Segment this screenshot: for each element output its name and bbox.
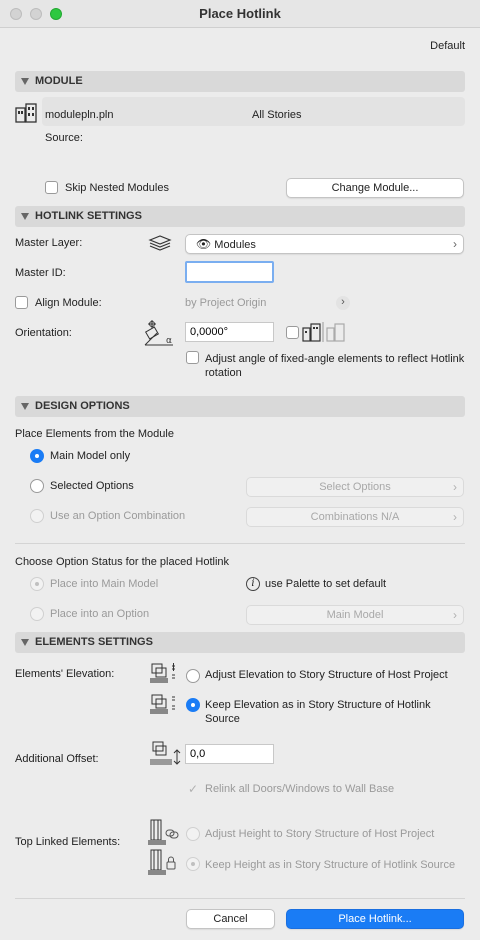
align-module-label: Align Module: (35, 297, 102, 309)
selected-options-label: Selected Options (50, 480, 134, 492)
chevron-right-icon: › (453, 510, 457, 524)
adjust-elevation-radio[interactable] (186, 669, 200, 683)
footer-divider (15, 898, 465, 899)
module-stories: All Stories (252, 109, 302, 121)
default-label: Default (430, 40, 465, 52)
adjust-height-icon (146, 818, 180, 846)
orientation-lock-checkbox[interactable] (286, 326, 299, 339)
option-combination-label: Use an Option Combination (50, 510, 186, 522)
select-options-button[interactable]: Select Options › (246, 477, 464, 497)
skip-nested-label: Skip Nested Modules (65, 182, 169, 194)
align-module-arrow-button[interactable]: › (336, 296, 350, 310)
palette-note: use Palette to set default (265, 578, 387, 590)
combinations-label: Combinations N/A (310, 511, 400, 523)
svg-text:α: α (166, 336, 172, 346)
orientation-angle-icon: α (141, 319, 177, 347)
section-elements-title: ELEMENTS SETTINGS (35, 636, 153, 648)
section-design-title: DESIGN OPTIONS (35, 400, 130, 412)
adjust-height-radio[interactable] (186, 827, 200, 841)
disclosure-triangle-icon (21, 78, 29, 85)
keep-height-label: Keep Height as in Story Structure of Hot… (205, 859, 456, 871)
adjust-angle-label: Adjust angle of fixed-angle elements to … (205, 353, 465, 379)
adjust-elevation-icon (148, 662, 178, 684)
layers-icon (147, 234, 173, 252)
section-module[interactable]: MODULE (15, 71, 465, 92)
keep-height-icon (146, 848, 180, 876)
section-hotlink-title: HOTLINK SETTINGS (35, 210, 142, 222)
orientation-input[interactable] (185, 322, 274, 342)
disclosure-triangle-icon (21, 213, 29, 220)
module-icon (15, 102, 37, 124)
module-source-label: Source: (45, 132, 83, 144)
orientation-label: Orientation: (15, 327, 72, 339)
place-main-model-radio[interactable] (30, 577, 44, 591)
divider (15, 543, 465, 544)
main-model-only-radio[interactable] (30, 449, 44, 463)
chevron-right-icon: › (453, 480, 457, 494)
offset-input[interactable] (185, 744, 274, 764)
master-id-input[interactable] (185, 261, 274, 283)
relink-checkbox[interactable]: ✓ (186, 782, 200, 796)
disclosure-triangle-icon (21, 639, 29, 646)
place-elements-label: Place Elements from the Module (15, 428, 174, 440)
module-file-name: modulepln.pln (45, 109, 114, 121)
section-module-title: MODULE (35, 75, 83, 87)
chevron-right-icon: › (453, 237, 457, 251)
cancel-button[interactable]: Cancel (186, 909, 275, 929)
window-title: Place Hotlink (199, 6, 281, 21)
top-linked-label: Top Linked Elements: (15, 836, 121, 848)
offset-label: Additional Offset: (15, 753, 99, 765)
keep-elevation-radio[interactable] (186, 698, 200, 712)
option-combination-radio[interactable] (30, 509, 44, 523)
adjust-angle-checkbox[interactable] (186, 351, 199, 364)
align-module-checkbox[interactable] (15, 296, 28, 309)
selected-options-radio[interactable] (30, 479, 44, 493)
main-model-dropdown-label: Main Model (326, 609, 384, 621)
master-layer-label: Master Layer: (15, 237, 83, 249)
section-hotlink-settings[interactable]: HOTLINK SETTINGS (15, 206, 465, 227)
align-module-value: by Project Origin (185, 297, 267, 309)
eye-icon: 👁 (196, 237, 212, 251)
elevation-label: Elements' Elevation: (15, 668, 115, 680)
main-model-only-label: Main Model only (50, 450, 131, 462)
place-option-label: Place into an Option (50, 608, 150, 620)
change-module-button[interactable]: Change Module... (286, 178, 464, 198)
chevron-right-icon: › (453, 608, 457, 622)
adjust-height-label: Adjust Height to Story Structure of Host… (205, 828, 435, 840)
offset-icon (148, 741, 182, 767)
choose-status-label: Choose Option Status for the placed Hotl… (15, 556, 230, 568)
adjust-elevation-label: Adjust Elevation to Story Structure of H… (205, 669, 448, 681)
combinations-button[interactable]: Combinations N/A › (246, 507, 464, 527)
keep-elevation-icon (148, 693, 178, 715)
keep-height-radio[interactable] (186, 857, 200, 871)
master-layer-dropdown[interactable]: 👁 Modules › (185, 234, 464, 254)
place-hotlink-button[interactable]: Place Hotlink... (286, 909, 464, 929)
disclosure-triangle-icon (21, 403, 29, 410)
keep-elevation-label: Keep Elevation as in Story Structure of … (205, 699, 431, 725)
section-design-options[interactable]: DESIGN OPTIONS (15, 396, 465, 417)
section-elements-settings[interactable]: ELEMENTS SETTINGS (15, 632, 465, 653)
master-layer-value: Modules (214, 239, 256, 251)
info-icon: i (246, 577, 260, 591)
master-id-label: Master ID: (15, 267, 66, 279)
select-options-label: Select Options (319, 481, 391, 493)
main-model-dropdown[interactable]: Main Model › (246, 605, 464, 625)
place-option-radio[interactable] (30, 607, 44, 621)
module-orientation-icon (302, 321, 350, 343)
relink-label: Relink all Doors/Windows to Wall Base (205, 783, 395, 795)
skip-nested-checkbox[interactable] (45, 181, 58, 194)
place-main-model-label: Place into Main Model (50, 578, 159, 590)
